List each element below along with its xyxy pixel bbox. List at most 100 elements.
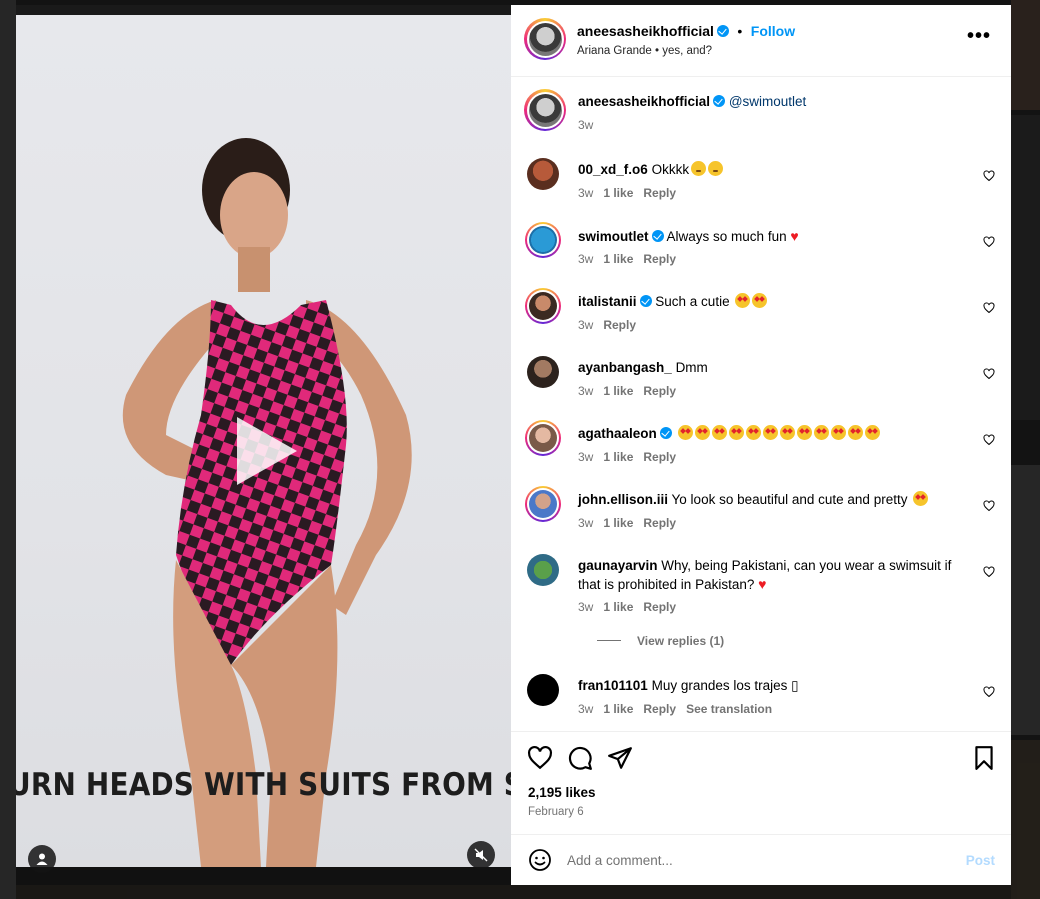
star-struck-emoji-icon [813,425,829,440]
comment-time[interactable]: 3w [578,702,593,716]
view-replies-button[interactable]: View replies (1) [597,634,724,648]
post-date[interactable]: February 6 [528,806,584,818]
star-struck-emoji-icon [745,425,761,440]
like-comment-icon[interactable] [983,566,995,578]
caption-time[interactable]: 3w [578,118,593,132]
verified-badge-icon [659,427,672,439]
like-icon[interactable] [527,745,553,771]
comment-username[interactable]: agathaaleon [578,426,657,441]
like-comment-icon[interactable] [983,686,995,698]
comment-time[interactable]: 3w [578,186,593,200]
commenter-avatar[interactable] [527,158,559,190]
red-heart-emoji-icon: ♥ [758,576,767,592]
post-video[interactable]: URN HEADS WITH SUITS FROM SPORT [16,5,511,885]
red-heart-emoji-icon: ♥ [790,228,799,244]
reply-button[interactable]: Reply [643,702,676,716]
commenter-avatar[interactable] [527,674,559,706]
audio-track[interactable]: Ariana Grande • yes, and? [577,45,712,57]
author-avatar[interactable] [524,18,566,60]
commenter-avatar[interactable] [525,486,561,522]
verified-badge-icon [716,25,729,37]
reply-button[interactable]: Reply [643,600,676,614]
caption-mention[interactable]: @swimoutlet [729,94,806,109]
star-struck-emoji-icon [677,425,693,440]
star-struck-emoji-icon [913,491,929,506]
like-comment-icon[interactable] [983,302,995,314]
star-struck-emoji-row [676,425,880,441]
comment-time[interactable]: 3w [578,600,593,614]
reply-button[interactable]: Reply [643,516,676,530]
star-struck-emoji-icon [735,293,751,308]
comment-time[interactable]: 3w [578,516,593,530]
mute-icon[interactable] [467,841,495,869]
comment-likes[interactable]: 1 like [603,702,633,716]
comment-username[interactable]: 00_xd_f.o6 [578,162,648,177]
comment-username[interactable]: italistanii [578,294,637,309]
comment-input[interactable] [567,849,947,871]
comment-likes[interactable]: 1 like [603,186,633,200]
star-struck-emoji-icon [864,425,880,440]
comment-likes[interactable]: 1 like [603,252,633,266]
comment-username[interactable]: swimoutlet [578,229,649,244]
star-struck-emoji-icon [779,425,795,440]
commenter-avatar[interactable] [525,288,561,324]
comment-likes[interactable]: 1 like [603,600,633,614]
comment-time[interactable]: 3w [578,384,593,398]
comment-likes[interactable]: 1 like [603,384,633,398]
share-icon[interactable] [607,745,633,771]
comment-time[interactable]: 3w [578,252,593,266]
reply-button[interactable]: Reply [603,318,636,332]
emoji-picker-icon[interactable] [528,848,552,872]
commenter-avatar[interactable] [525,420,561,456]
star-struck-emoji-icon [711,425,727,440]
reply-button[interactable]: Reply [643,450,676,464]
comment-text: Such a cutie [655,294,730,309]
comment-username[interactable]: john.ellison.iii [578,492,668,507]
verified-badge-icon [639,295,652,307]
caption-username[interactable]: aneesasheikhofficial [578,94,710,109]
comments-list[interactable]: aneesasheikhofficial @swimoutlet 3w 00_x… [511,77,1011,730]
save-icon[interactable] [971,745,997,771]
star-struck-emoji-icon [728,425,744,440]
commenter-avatar[interactable] [527,356,559,388]
video-frame[interactable] [16,15,511,867]
reply-button[interactable]: Reply [643,186,676,200]
more-options-icon[interactable]: ••• [967,26,991,46]
verified-badge-icon [651,230,664,242]
like-comment-icon[interactable] [983,434,995,446]
post-comment-button[interactable]: Post [966,853,995,868]
comment-time[interactable]: 3w [578,450,593,464]
author-username[interactable]: aneesasheikhofficial [577,23,714,39]
video-overlay-text: URN HEADS WITH SUITS FROM SPORT [16,767,511,803]
tagged-user-icon[interactable] [28,845,56,873]
reply-button[interactable]: Reply [643,384,676,398]
like-count[interactable]: 2,195 likes [528,785,596,800]
comment-text: Okkkk [651,162,690,177]
author-avatar[interactable] [524,89,566,131]
like-comment-icon[interactable] [983,500,995,512]
see-translation-button[interactable]: See translation [686,702,772,716]
comment-username[interactable]: ayanbangash_ [578,360,672,375]
post-header: aneesasheikhofficial • Follow Ariana Gra… [511,5,1011,77]
like-comment-icon[interactable] [983,368,995,380]
commenter-avatar[interactable] [525,222,561,258]
comment-username[interactable]: gaunayarvin [578,558,658,573]
like-comment-icon[interactable] [983,236,995,248]
comment-username[interactable]: fran101101 [578,678,648,693]
star-struck-emoji-icon [796,425,812,440]
comment-icon[interactable] [567,745,593,771]
comment-text: Always so much fun [666,229,787,244]
comment-time[interactable]: 3w [578,318,593,332]
comment-likes[interactable]: 1 like [603,516,633,530]
star-struck-emoji-icon [762,425,778,440]
commenter-avatar[interactable] [527,554,559,586]
star-struck-emoji-icon [752,293,768,308]
reply-button[interactable]: Reply [643,252,676,266]
add-comment-bar: Post [511,834,1011,885]
play-icon[interactable] [237,417,297,485]
follow-button[interactable]: Follow [751,23,795,39]
post-actions: 2,195 likes February 6 [511,731,1011,834]
like-comment-icon[interactable] [983,170,995,182]
comment-likes[interactable]: 1 like [603,450,633,464]
comment-text: Muy grandes los trajes ▯ [651,678,799,693]
